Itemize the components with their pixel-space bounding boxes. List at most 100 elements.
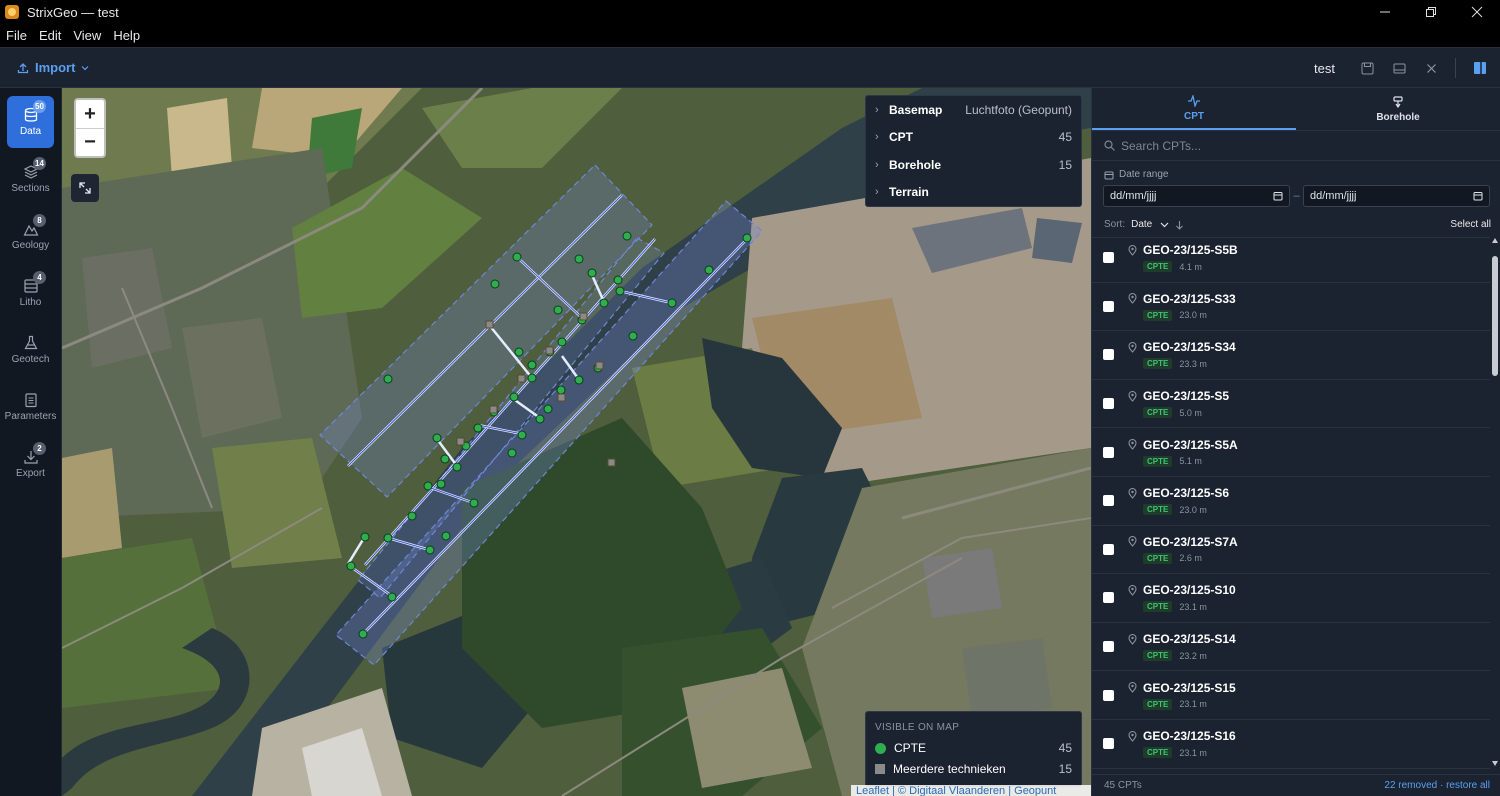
list-item[interactable]: GEO-23/125-S5 CPTE 5.0 m [1092,380,1490,429]
row-checkbox[interactable] [1103,592,1114,604]
row-checkbox[interactable] [1103,738,1114,750]
list-item[interactable]: GEO-23/125-S5A CPTE 5.1 m [1092,428,1490,477]
list-scrollbar[interactable] [1490,234,1500,770]
row-checkbox[interactable] [1103,495,1114,507]
list-item[interactable]: GEO-23/125-S34 CPTE 23.3 m [1092,331,1490,380]
scroll-down-icon[interactable] [1492,761,1498,766]
sort-select[interactable]: Date [1131,219,1152,230]
chevron-down-icon[interactable] [1160,220,1169,229]
list-item[interactable]: GEO-23/125-S5B CPTE 4.1 m [1092,234,1490,283]
layer-row-cpt[interactable]: › CPT 45 [866,124,1081,152]
list-item[interactable]: GEO-23/125-S10 CPTE 23.1 m [1092,574,1490,623]
sidebar-item-parameters[interactable]: Parameters [5,381,56,433]
calendar-icon [1473,192,1483,201]
menu-help[interactable]: Help [107,28,146,43]
close-project-button[interactable] [1415,48,1447,88]
list-item[interactable]: GEO-23/125-S15 CPTE 23.1 m [1092,671,1490,720]
cpt-depth: 23.1 m [1179,699,1207,710]
sort-label: Sort: [1104,219,1126,230]
import-button[interactable]: Import [17,60,89,75]
sidebar-item-geotech[interactable]: Geotech [7,324,54,376]
layer-row-terrain[interactable]: › Terrain [866,179,1081,207]
menu-file[interactable]: File [0,28,33,43]
sidebar-badge: 14 [33,157,46,170]
row-checkbox[interactable] [1103,689,1114,701]
restore-icon [1426,7,1436,17]
cpt-type-badge: CPTE [1143,650,1173,662]
list-item[interactable]: GEO-23/125-S7A CPTE 2.6 m [1092,526,1490,575]
row-checkbox[interactable] [1103,641,1114,653]
legend-title: VISIBLE ON MAP [875,722,960,733]
sidebar-item-sections[interactable]: 14 Sections [7,153,54,205]
save-button[interactable] [1351,48,1383,88]
menu-edit[interactable]: Edit [33,28,67,43]
map-view[interactable]: + − › Basemap Luchtfoto (Geopunt) › CPT … [62,88,1091,796]
sidebar-item-geology[interactable]: 8 Geology [7,210,54,262]
search-input[interactable] [1121,138,1481,153]
map-pin-icon [1128,244,1137,256]
sidebar-item-data[interactable]: 50 Data [7,96,54,148]
scroll-up-icon[interactable] [1492,238,1498,243]
cpt-type-badge: CPTE [1143,407,1173,419]
cpt-type-badge: CPTE [1143,504,1173,516]
scroll-thumb[interactable] [1492,256,1498,376]
tab-cpt[interactable]: CPT [1092,88,1296,130]
cpt-depth: 23.3 m [1179,358,1207,369]
select-all-button[interactable]: Select all [1450,219,1491,230]
panel-toggle-button[interactable] [1383,48,1415,88]
list-item[interactable]: GEO-23/125-S16 CPTE 23.1 m [1092,720,1490,769]
zoom-in-button[interactable]: + [76,100,104,128]
minimize-button[interactable] [1362,0,1408,24]
cpt-name: GEO-23/125-S5A [1143,437,1238,452]
row-checkbox[interactable] [1103,349,1114,361]
save-icon [1361,62,1373,74]
date-separator: – [1293,190,1300,202]
row-checkbox[interactable] [1103,300,1114,312]
row-checkbox[interactable] [1103,446,1114,458]
legend-label: Meerdere technieken [893,762,1006,776]
minimize-icon [1380,11,1390,13]
layer-row-borehole[interactable]: › Borehole 15 [866,151,1081,179]
fullscreen-button[interactable] [71,174,99,202]
drill-icon [1393,95,1403,108]
tab-label: Borehole [1376,111,1420,123]
maximize-button[interactable] [1408,0,1454,24]
list-item[interactable]: GEO-23/125-S33 CPTE 23.0 m [1092,283,1490,332]
cpt-type-badge: CPTE [1143,309,1173,321]
map-attribution[interactable]: Leaflet | © Digitaal Vlaanderen | Geopun… [851,785,1091,796]
legend-count: 45 [1058,741,1072,755]
cpt-type-badge: CPTE [1143,261,1173,273]
cpt-depth: 4.1 m [1179,261,1202,272]
row-checkbox[interactable] [1103,398,1114,410]
sort-direction-icon[interactable] [1175,220,1184,230]
sidebar-badge: 4 [33,271,46,284]
list-item[interactable]: GEO-23/125-S6 CPTE 23.0 m [1092,477,1490,526]
sidebar-badge: 50 [33,100,46,113]
map-pin-icon [1128,584,1137,596]
date-to-input[interactable]: dd/mm/jjjj [1303,185,1490,207]
row-checkbox[interactable] [1103,252,1114,264]
date-from-input[interactable]: dd/mm/jjjj [1103,185,1290,207]
sidebar-item-export[interactable]: 2 Export [7,438,54,490]
menu-view[interactable]: View [67,28,107,43]
map-pin-icon [1128,682,1137,693]
restore-all-link[interactable]: 22 removed · restore all [1384,780,1490,791]
row-checkbox[interactable] [1103,543,1114,555]
list-item[interactable]: GEO-23/125-S14 CPTE 23.2 m [1092,623,1490,672]
layer-name: Terrain [889,185,929,200]
layer-value: 45 [1058,130,1072,145]
sidebar-item-litho[interactable]: 4 Litho [7,267,54,319]
map-pin-icon [1128,341,1137,353]
close-window-button[interactable] [1454,0,1500,24]
tab-borehole[interactable]: Borehole [1296,88,1500,130]
legend-label: CPTE [894,741,927,755]
sidebar-item-label: Litho [19,297,42,308]
layer-row-basemap[interactable]: › Basemap Luchtfoto (Geopunt) [866,96,1081,124]
flask-icon [24,335,37,350]
gray-square-icon [875,764,885,774]
zoom-out-button[interactable]: − [76,128,104,156]
close-icon [1471,6,1483,18]
layout-toggle-button[interactable] [1464,48,1496,88]
cpt-name: GEO-23/125-S16 [1143,729,1236,744]
cpt-name: GEO-23/125-S6 [1143,486,1230,501]
